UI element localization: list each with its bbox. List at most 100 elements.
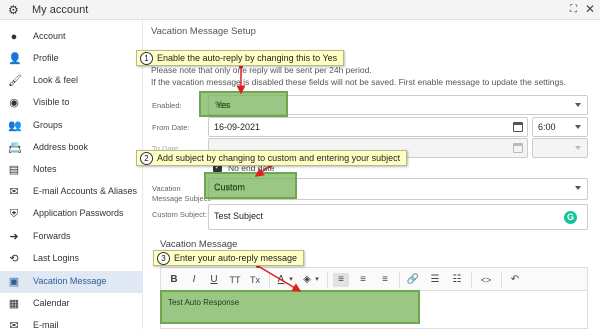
sidebar-item-label: E-mail Accounts & Aliases [33,186,138,196]
calendar-icon: ▦ [8,298,20,310]
chevron-down-icon [575,125,581,129]
sidebar-item-label: Look & feel [33,75,79,85]
briefcase-icon: ▣ [8,276,20,288]
eye-icon: ◉ [9,97,19,109]
highlight-enabled-text: Yes [216,100,231,110]
align-left-button[interactable]: ≡ [333,273,349,287]
callout-text: Enter your auto-reply message [174,253,298,263]
callout-text: Enable the auto-reply by changing this t… [157,53,338,63]
sidebar-item-label: Visible to [33,97,70,107]
vacation-message-header: Vacation Message [160,239,238,250]
email-icon: ✉ [9,186,19,198]
sidebar-item-label: Account [33,31,66,41]
notice-text: If the vacation message is disabled thes… [151,77,566,87]
chevron-down-icon [575,103,581,107]
from-time-select[interactable]: 6:00 [532,117,588,137]
from-date-input[interactable]: 16-09-2021 [208,117,528,137]
vacation-subject-label: Vacation Message Subject: [152,184,212,204]
close-icon[interactable]: ✕ [585,2,595,16]
sidebar: ● Account 👤 Profile 🖌 Look & feel ◉ Visi… [0,20,143,329]
notice-text: Please note that only one reply will be … [151,65,372,75]
window-title: My account [32,4,89,16]
align-right-button[interactable]: ≡ [377,273,393,287]
sidebar-item-profile[interactable]: 👤 Profile [0,48,143,70]
toolbar-divider [327,272,328,288]
link-icon[interactable]: 🔗 [405,273,421,287]
code-icon[interactable]: <> [477,273,495,287]
mail-icon: ✉ [9,320,19,329]
callout-number: 2 [140,152,153,165]
groups-icon: 👥 [8,120,22,132]
callout-3: 3 Enter your auto-reply message [153,250,305,266]
underline-button[interactable]: U [207,273,221,287]
history-icon: ⟲ [9,253,19,265]
callout-number: 3 [157,252,170,265]
font-color-button[interactable]: A [275,273,287,287]
highlight-editor-text: Test Auto Response [168,298,240,307]
notes-icon: ▤ [8,164,20,176]
sidebar-item-label: Forwards [33,231,71,241]
enabled-label: Enabled: [152,101,182,110]
from-date-value: 16-09-2021 [214,122,261,132]
user-icon: 👤 [8,53,22,65]
align-center-button[interactable]: ≡ [355,273,371,287]
toolbar-divider [501,272,502,288]
paint-icon: 🖌 [8,75,22,87]
sidebar-item-label: Address book [33,142,89,152]
sidebar-item-label: Groups [33,120,63,130]
numbered-list-icon[interactable]: ☷ [449,273,465,287]
to-time-select[interactable] [532,138,588,158]
gear-icon: ⚙ [8,3,19,17]
sidebar-item-label: Application Passwords [33,208,124,218]
highlight-subject-text: Custom [214,182,246,192]
sidebar-item-label: Notes [33,164,57,174]
bullet-list-icon[interactable]: ☰ [427,273,443,287]
sidebar-item-vacation-message[interactable]: ▣ Vacation Message [0,271,143,293]
callout-1: 1 Enable the auto-reply by changing this… [136,50,345,66]
expand-icon[interactable]: ⛶ [570,4,577,15]
sidebar-item-address-book[interactable]: 📇 Address book [0,137,143,159]
chevron-down-icon[interactable]: ▾ [313,273,321,287]
callout-text: Add subject by changing to custom and en… [157,153,401,163]
sidebar-item-application-passwords[interactable]: ⛨ Application Passwords [0,203,143,225]
sidebar-item-email[interactable]: ✉ E-mail [0,315,143,329]
bold-button[interactable]: B [167,273,181,287]
sidebar-item-email-accounts[interactable]: ✉ E-mail Accounts & Aliases [0,181,143,203]
sidebar-item-groups[interactable]: 👥 Groups [0,115,143,137]
calendar-icon[interactable] [513,122,523,132]
sidebar-item-notes[interactable]: ▤ Notes [0,159,143,181]
custom-subject-input[interactable]: Test Subject [208,204,588,230]
chevron-down-icon [575,146,581,150]
custom-subject-label: Custom Subject: [152,210,208,219]
from-time-value: 6:00 [538,122,556,132]
section-title: Vacation Message Setup [151,26,256,37]
chevron-down-icon[interactable]: ▾ [287,273,295,287]
sidebar-item-look-feel[interactable]: 🖌 Look & feel [0,70,143,92]
highlight-enabled: Yes [199,91,288,117]
sidebar-item-label: Profile [33,53,59,63]
background-color-button[interactable]: ◈ [301,273,313,287]
sidebar-item-calendar[interactable]: ▦ Calendar [0,293,143,315]
calendar-icon[interactable] [513,143,523,153]
sidebar-item-label: Last Logins [33,253,80,263]
sidebar-item-account[interactable]: ● Account [0,26,143,48]
font-size-button[interactable]: TT [227,273,243,287]
sidebar-item-last-logins[interactable]: ⟲ Last Logins [0,248,143,270]
sidebar-item-visible-to[interactable]: ◉ Visible to [0,92,143,114]
sidebar-item-label: Vacation Message [33,276,107,286]
clear-format-button[interactable]: Tx [247,273,263,287]
highlight-subject: Custom [204,172,297,199]
title-bar: ⚙ My account ⛶ ✕ [0,0,600,20]
grammarly-icon[interactable]: G [564,211,577,224]
sidebar-item-forwards[interactable]: ➜ Forwards [0,226,143,248]
toolbar-divider [471,272,472,288]
vacation-subject-label-line1: Vacation [152,184,181,193]
callout-number: 1 [140,52,153,65]
toolbar-divider [269,272,270,288]
from-date-label: From Date: [152,123,190,132]
highlight-editor: Test Auto Response [160,290,420,324]
italic-button[interactable]: I [187,273,201,287]
undo-icon[interactable]: ↶ [507,273,523,287]
editor-toolbar: B I U TT Tx A ▾ ◈ ▾ ≡ ≡ ≡ 🔗 ☰ ☷ <> ↶ [160,267,588,291]
custom-subject-value: Test Subject [214,211,264,221]
